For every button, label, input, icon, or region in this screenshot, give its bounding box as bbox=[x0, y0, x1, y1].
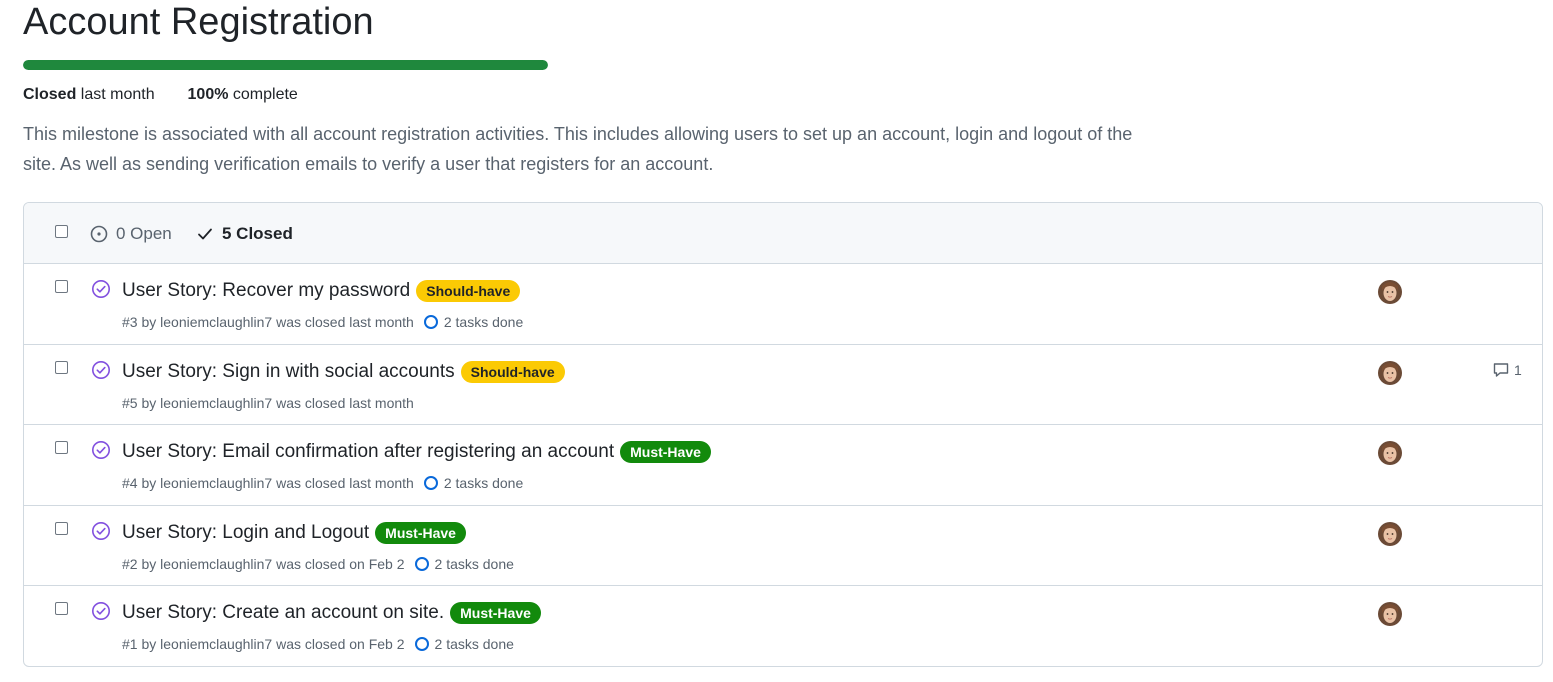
issue-meta: #2 by leoniemclaughlin7 was closed on Fe… bbox=[122, 555, 514, 573]
check-icon bbox=[198, 228, 212, 240]
issue-meta: #1 by leoniemclaughlin7 was closed on Fe… bbox=[122, 635, 514, 653]
issue-meta-text: #3 by leoniemclaughlin7 was closed last … bbox=[122, 314, 414, 330]
issue-closed-icon bbox=[92, 602, 110, 620]
issue-meta: #4 by leoniemclaughlin7 was closed last … bbox=[122, 474, 523, 492]
issue-checkbox[interactable] bbox=[55, 280, 68, 293]
milestone-complete-label: complete bbox=[232, 86, 298, 103]
issue-row[interactable]: User Story: Create an account on site. M… bbox=[24, 586, 1542, 666]
task-progress-icon bbox=[414, 556, 429, 571]
issue-checkbox[interactable] bbox=[55, 360, 68, 374]
milestone-progress-fill bbox=[23, 60, 548, 70]
issue-closed-icon bbox=[92, 521, 110, 540]
issue-closed-icon bbox=[92, 280, 110, 298]
issue-meta-text: #4 by leoniemclaughlin7 was closed last … bbox=[122, 475, 414, 491]
issue-comment-count: 1 bbox=[1514, 361, 1522, 378]
issue-comments[interactable]: 1 bbox=[1492, 361, 1522, 379]
issue-rows: User Story: Recover my password Should-h… bbox=[24, 264, 1542, 666]
milestone-complete-percent: 100% bbox=[187, 86, 229, 103]
milestone-status: Closed bbox=[23, 86, 77, 103]
issue-title-link[interactable]: User Story: Recover my password bbox=[122, 278, 410, 304]
open-issues-filter[interactable]: 0 Open bbox=[90, 223, 172, 245]
issue-priority-label[interactable]: Must-Have bbox=[450, 602, 541, 624]
issue-row[interactable]: User Story: Login and Logout Must-Have #… bbox=[24, 506, 1542, 586]
avatar[interactable] bbox=[1378, 280, 1402, 304]
issue-tasks-text: 2 tasks done bbox=[434, 636, 514, 652]
milestone-status-time: last month bbox=[80, 86, 155, 103]
task-progress-icon bbox=[414, 637, 429, 651]
avatar[interactable] bbox=[1378, 602, 1402, 626]
issue-checkbox[interactable] bbox=[55, 602, 68, 615]
issues-list-header: 0 Open 5 Closed bbox=[24, 203, 1542, 264]
issues-list: 0 Open 5 Closed User Story: Recover my p… bbox=[23, 202, 1543, 667]
issue-tasks-text: 2 tasks done bbox=[434, 555, 514, 572]
issue-meta: #5 by leoniemclaughlin7 was closed last … bbox=[122, 394, 414, 412]
issue-title-link[interactable]: User Story: Login and Logout bbox=[122, 520, 369, 546]
issue-meta-text: #5 by leoniemclaughlin7 was closed last … bbox=[122, 394, 414, 411]
task-progress-icon bbox=[423, 476, 438, 490]
milestone-title: Account Registration bbox=[23, 1, 374, 43]
closed-issues-filter[interactable]: 5 Closed bbox=[196, 223, 293, 245]
issue-priority-label[interactable]: Must-Have bbox=[620, 441, 711, 463]
issue-checkbox[interactable] bbox=[55, 521, 68, 535]
task-progress-icon bbox=[423, 315, 438, 329]
issue-row[interactable]: User Story: Recover my password Should-h… bbox=[24, 264, 1542, 345]
issue-opened-icon bbox=[90, 225, 108, 243]
avatar[interactable] bbox=[1378, 521, 1402, 546]
avatar[interactable] bbox=[1378, 360, 1402, 385]
issue-meta-text: #2 by leoniemclaughlin7 was closed on Fe… bbox=[122, 555, 405, 572]
milestone-progress-bar bbox=[23, 60, 548, 70]
issue-tasks-text: 2 tasks done bbox=[443, 475, 524, 491]
issue-meta-text: #1 by leoniemclaughlin7 was closed on Fe… bbox=[122, 636, 405, 652]
issue-priority-label[interactable]: Must-Have bbox=[375, 521, 466, 544]
comment-icon bbox=[1493, 362, 1509, 377]
issue-title-link[interactable]: User Story: Create an account on site. bbox=[122, 600, 444, 626]
milestone-description: This milestone is associated with all ac… bbox=[23, 124, 1133, 174]
issue-priority-label[interactable]: Should-have bbox=[416, 280, 521, 302]
issue-row[interactable]: User Story: Sign in with social accounts… bbox=[24, 345, 1542, 425]
issue-priority-label[interactable]: Should-have bbox=[460, 360, 565, 383]
open-issues-label: 0 Open bbox=[116, 224, 172, 243]
issue-title-link[interactable]: User Story: Sign in with social accounts bbox=[122, 359, 455, 385]
issue-closed-icon bbox=[92, 360, 110, 379]
issue-tasks-text: 2 tasks done bbox=[443, 314, 524, 330]
select-all-checkbox[interactable] bbox=[55, 225, 68, 238]
closed-issues-label: 5 Closed bbox=[222, 224, 293, 243]
issue-meta: #3 by leoniemclaughlin7 was closed last … bbox=[122, 313, 523, 331]
milestone-meta: Closed last month 100% complete bbox=[23, 85, 298, 105]
issue-title-link[interactable]: User Story: Email confirmation after reg… bbox=[122, 439, 614, 465]
issue-row[interactable]: User Story: Email confirmation after reg… bbox=[24, 425, 1542, 506]
issue-closed-icon bbox=[92, 441, 110, 459]
issue-checkbox[interactable] bbox=[55, 441, 68, 454]
avatar[interactable] bbox=[1378, 441, 1402, 465]
